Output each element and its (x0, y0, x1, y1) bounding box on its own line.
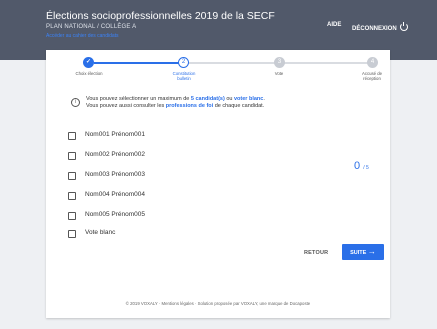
next-label: SUITE (350, 250, 367, 256)
step-1-circle: ✓ (83, 57, 94, 68)
info-text: Vous pouvez sélectionner un maximum de 5… (86, 96, 265, 110)
step-3-circle: 3 (274, 57, 285, 68)
candidate-label: Nom003 Prénom003 (85, 171, 145, 178)
power-icon (399, 22, 408, 31)
candidates-link[interactable]: Accéder au cahier des candidats (46, 33, 119, 39)
checkbox[interactable] (68, 172, 76, 180)
step-4-circle: 4 (367, 57, 378, 68)
checkbox[interactable] (68, 230, 76, 238)
candidate-label: Nom004 Prénom004 (85, 191, 145, 198)
candidate-label: Nom002 Prénom002 (85, 151, 145, 158)
selection-counter: 0 / 5 (354, 160, 369, 172)
election-subtitle: PLAN NATIONAL / COLLÈGE A (46, 24, 137, 30)
help-link[interactable]: AIDE (327, 22, 341, 28)
vote-blank-label: Vote blanc (85, 229, 116, 236)
step-1-label: Choix élection (75, 71, 103, 76)
info-icon: i (71, 98, 80, 107)
ballot-card: ✓ Choix élection 2 Constitution bulletin… (46, 50, 390, 318)
step-2-label: Constitution bulletin (172, 71, 196, 81)
vote-blank-link[interactable]: voter blanc (234, 96, 263, 102)
step-3-label: Vote (274, 71, 284, 76)
next-button[interactable]: SUITE → (342, 244, 384, 260)
professions-link[interactable]: professions de foi (166, 103, 213, 109)
back-button[interactable]: RETOUR (304, 250, 328, 256)
arrow-right-icon: → (367, 247, 376, 256)
candidate-label: Nom001 Prénom001 (85, 131, 145, 138)
logout-button[interactable]: DÉCONNEXION (352, 22, 408, 32)
logout-label: DÉCONNEXION (352, 26, 397, 32)
candidate-label: Nom005 Prénom005 (85, 211, 145, 218)
max-count: / 5 (363, 165, 369, 171)
checkbox[interactable] (68, 192, 76, 200)
step-4-label: Accusé de réception (361, 71, 383, 81)
info-line-2: Vous pouvez aussi consulter les professi… (86, 103, 265, 109)
info-line-1: Vous pouvez sélectionner un maximum de 5… (86, 96, 265, 102)
selected-count: 0 (354, 160, 361, 172)
max-candidates: 5 candidat(s) (190, 96, 225, 102)
checkbox[interactable] (68, 152, 76, 160)
election-title: Élections socioprofessionnelles 2019 de … (46, 10, 275, 22)
stepper-line-done (94, 62, 184, 64)
checkbox[interactable] (68, 212, 76, 220)
footer-text: © 2019 VOXALY · Mentions légales · Solut… (125, 301, 311, 306)
checkbox[interactable] (68, 132, 76, 140)
step-2-circle: 2 (178, 57, 189, 68)
